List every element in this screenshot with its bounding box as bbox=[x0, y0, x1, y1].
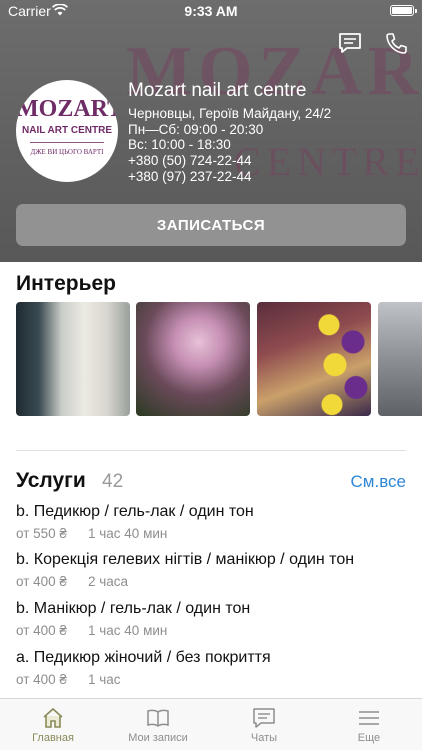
tab-label: Мои записи bbox=[128, 732, 188, 744]
service-price: от 400 ₴ bbox=[16, 623, 67, 638]
service-name: b. Педикюр / гель-лак / один тон bbox=[16, 503, 254, 520]
message-icon[interactable] bbox=[338, 32, 362, 54]
services-title: Услуги bbox=[16, 469, 86, 492]
interior-title: Интерьер bbox=[16, 272, 116, 295]
service-duration: 1 час 40 мин bbox=[88, 623, 168, 638]
service-item[interactable]: b. Манікюр / гель-лак / один тон от 400 … bbox=[0, 600, 422, 646]
clock: 9:33 AM bbox=[184, 3, 238, 19]
service-name: b. Манікюр / гель-лак / один тон bbox=[16, 600, 251, 617]
logo-tagline: ДЖЕ ВИ ЦЬОГО ВАРТІ bbox=[30, 148, 104, 156]
see-all-link[interactable]: См.все bbox=[351, 472, 406, 492]
menu-icon bbox=[359, 711, 379, 725]
logo-divider bbox=[30, 142, 104, 143]
service-duration: 1 час 40 мин bbox=[88, 526, 168, 541]
service-name: b. Корекція гелевих нігтів / манікюр / о… bbox=[16, 551, 355, 568]
business-phone-2[interactable]: +380 (97) 237-22-44 bbox=[128, 169, 251, 184]
service-price: от 400 ₴ bbox=[16, 574, 67, 589]
service-price: от 550 ₴ bbox=[16, 526, 67, 541]
status-bar: Carrier 9:33 AM bbox=[0, 0, 422, 22]
tab-chats[interactable]: Чаты bbox=[211, 699, 317, 750]
tab-more[interactable]: Еще bbox=[316, 699, 422, 750]
tab-bar: Главная Мои записи Чаты Еще bbox=[0, 698, 422, 750]
tab-label: Главная bbox=[32, 732, 74, 744]
chat-icon bbox=[253, 708, 275, 728]
phone-icon[interactable] bbox=[384, 32, 408, 54]
battery-icon bbox=[390, 5, 417, 16]
interior-photo[interactable] bbox=[16, 302, 130, 416]
services-count: 42 bbox=[102, 471, 124, 492]
tab-label: Еще bbox=[357, 732, 381, 744]
home-icon bbox=[43, 707, 63, 728]
service-duration: 2 часа bbox=[88, 574, 129, 589]
business-header: MOZART CENTRE Carrier 9:33 AM MOZART NAI… bbox=[0, 0, 422, 262]
interior-photo[interactable] bbox=[257, 302, 371, 416]
interior-photo[interactable] bbox=[378, 302, 422, 416]
service-item[interactable]: b. Педикюр / гель-лак / один тон от 550 … bbox=[0, 503, 422, 549]
business-name: Mozart nail art centre bbox=[128, 80, 307, 101]
business-hours-sunday: Вс: 10:00 - 18:30 bbox=[128, 137, 231, 152]
book-icon bbox=[147, 709, 169, 727]
business-phone-1[interactable]: +380 (50) 724-22-44 bbox=[128, 153, 251, 168]
logo-brand: MOZART bbox=[16, 96, 118, 122]
book-appointment-button[interactable]: ЗАПИСАТЬСЯ bbox=[16, 204, 406, 246]
service-item[interactable]: a. Педикюр жіночий / без покриття от 400… bbox=[0, 649, 422, 695]
business-logo: MOZART NAIL ART CENTRE ДЖЕ ВИ ЦЬОГО ВАРТ… bbox=[16, 80, 118, 182]
section-divider bbox=[16, 450, 406, 451]
interior-photo[interactable] bbox=[136, 302, 250, 416]
service-duration: 1 час bbox=[88, 672, 121, 687]
business-hours-weekdays: Пн—Сб: 09:00 - 20:30 bbox=[128, 122, 264, 137]
business-address: Черновцы, Героїв Майдану, 24/2 bbox=[128, 106, 332, 121]
logo-subtitle: NAIL ART CENTRE bbox=[22, 125, 112, 136]
tab-my-bookings[interactable]: Мои записи bbox=[105, 699, 211, 750]
service-item[interactable]: b. Корекція гелевих нігтів / манікюр / о… bbox=[0, 551, 422, 597]
service-name: a. Педикюр жіночий / без покриття bbox=[16, 649, 271, 666]
service-price: от 400 ₴ bbox=[16, 672, 67, 687]
tab-label: Чаты bbox=[250, 732, 278, 744]
tab-home[interactable]: Главная bbox=[0, 699, 106, 750]
